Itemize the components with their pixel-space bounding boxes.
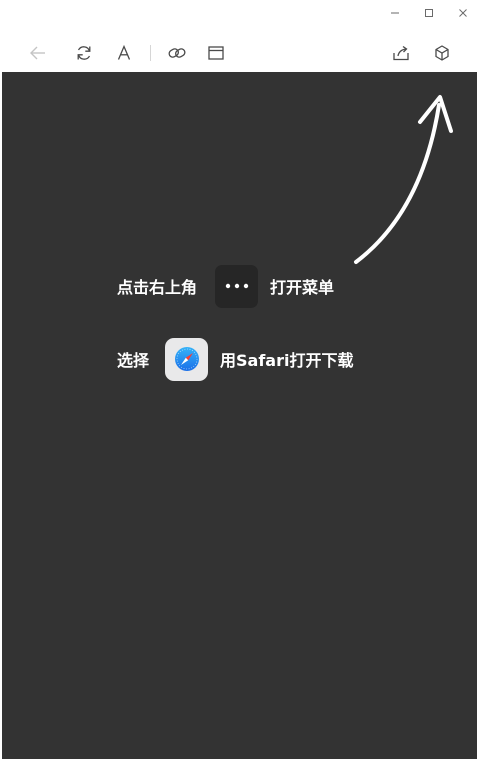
cube-icon <box>435 45 449 61</box>
maximize-icon <box>425 9 433 17</box>
step1-suffix-text: 打开菜单 <box>270 278 335 297</box>
open-in-browser-guide-overlay: 点击右上角 打开菜单 选择 用Safari打开下载 <box>2 72 477 759</box>
share-button[interactable] <box>383 34 419 72</box>
copy-link-button[interactable] <box>159 34 195 72</box>
back-arrow-icon <box>30 46 45 60</box>
maximize-button[interactable] <box>412 0 446 26</box>
step1-prefix-text: 点击右上角 <box>117 278 198 297</box>
app-window: 点击右上角 打开菜单 选择 用Safari打开下载 <box>0 0 480 761</box>
more-menu-tile <box>215 264 259 308</box>
toolbar <box>0 34 480 72</box>
step2-prefix-text: 选择 <box>117 351 150 370</box>
share-icon <box>393 45 409 61</box>
open-window-button[interactable] <box>198 34 234 72</box>
step-open-in-safari: 选择 用Safari打开下载 <box>117 337 353 381</box>
refresh-button[interactable] <box>66 34 102 72</box>
safari-tile <box>165 337 209 381</box>
close-button[interactable] <box>446 0 480 26</box>
close-icon <box>459 9 467 17</box>
minimize-button[interactable] <box>378 0 412 26</box>
toolbar-separator <box>150 45 151 61</box>
safari-icon <box>174 347 199 371</box>
pointer-arrow-icon <box>354 95 453 264</box>
step-open-menu: 点击右上角 打开菜单 <box>117 264 334 308</box>
font-icon <box>117 44 131 60</box>
window-controls <box>378 0 480 26</box>
minimize-icon <box>391 12 399 14</box>
extension-button[interactable] <box>424 34 460 72</box>
more-dots-icon <box>225 283 248 289</box>
back-button[interactable] <box>20 34 56 72</box>
font-size-button[interactable] <box>106 34 142 72</box>
window-icon <box>208 46 224 60</box>
link-icon <box>168 48 186 58</box>
refresh-icon <box>77 46 91 60</box>
step2-suffix-text: 用Safari打开下载 <box>220 351 354 370</box>
